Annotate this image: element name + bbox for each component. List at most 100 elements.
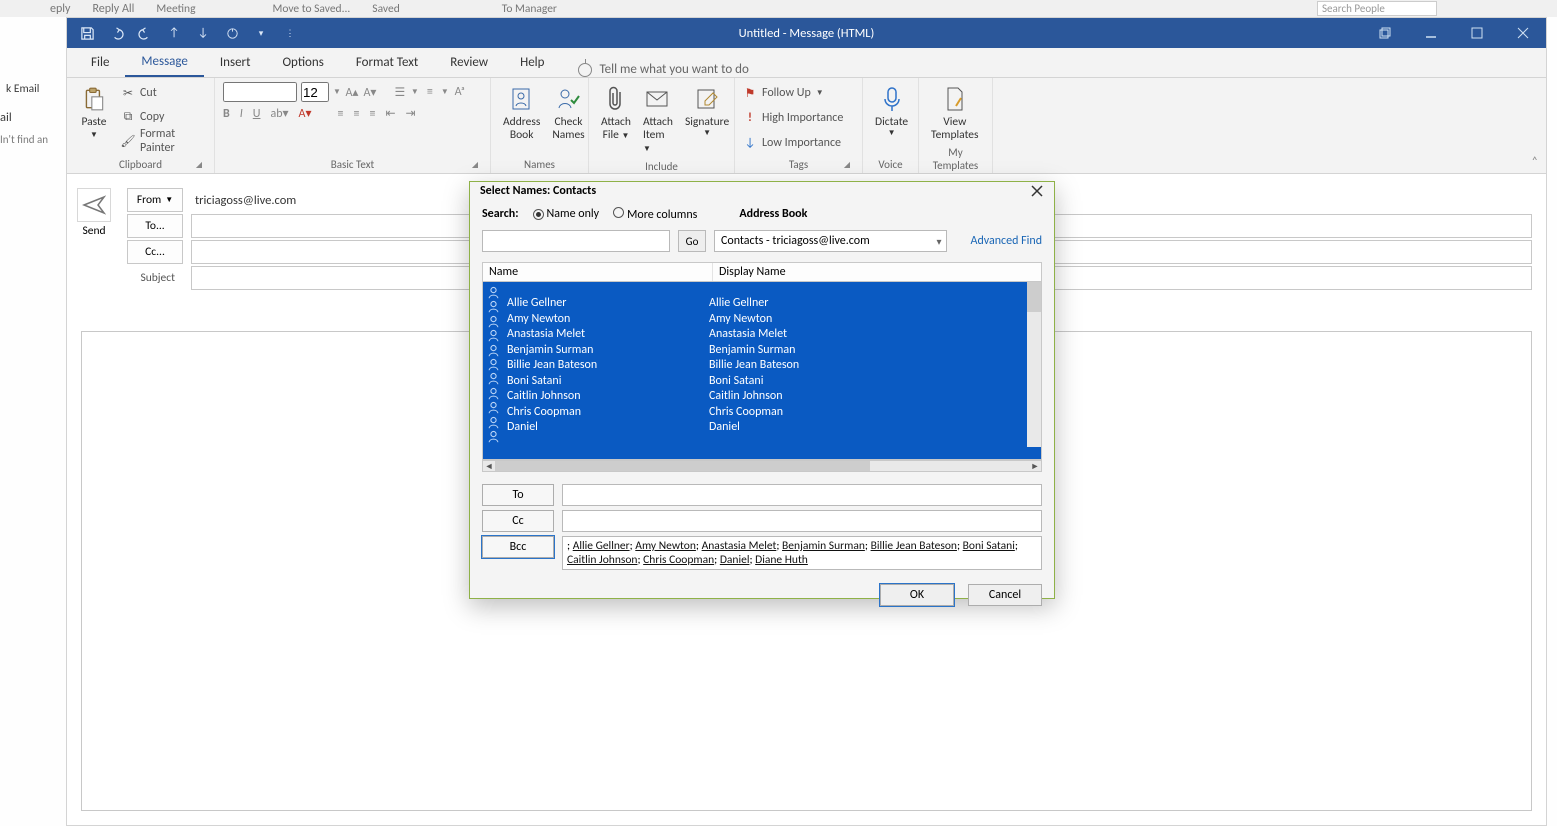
recipient-chip[interactable]: Amy Newton (635, 539, 696, 553)
list-item[interactable]: Billie Jean Bateson (507, 358, 709, 374)
recipient-chip[interactable]: Billie Jean Bateson (871, 539, 957, 553)
radio-name-only[interactable]: Name only (533, 207, 600, 221)
copy-button[interactable]: ⧉Copy (121, 106, 206, 128)
list-item-display[interactable]: Boni Satani (709, 374, 799, 390)
view-templates-button[interactable]: ViewTemplates (927, 82, 983, 144)
list-item-display[interactable]: Anastasia Melet (709, 327, 799, 343)
low-importance-button[interactable]: ↓Low Importance (743, 132, 841, 154)
down-icon[interactable]: ↓ (193, 23, 213, 43)
address-book-button[interactable]: AddressBook (499, 82, 544, 144)
recipient-chip[interactable]: Chris Coopman (643, 553, 714, 567)
italic-icon[interactable]: I (240, 107, 243, 121)
list-item-display[interactable]: Caitlin Johnson (709, 389, 799, 405)
dlg-to-button[interactable]: To (482, 484, 554, 506)
dialog-launcher-icon[interactable]: ◢ (196, 160, 202, 170)
tell-me-search[interactable]: Tell me what you want to do (578, 62, 748, 77)
list-item[interactable]: Allie Gellner (507, 296, 709, 312)
numbering-icon[interactable]: ≡ (423, 85, 437, 99)
list-item[interactable]: Anastasia Melet (507, 327, 709, 343)
up-icon[interactable]: ↑ (164, 23, 184, 43)
scroll-right-icon[interactable]: ► (1029, 461, 1041, 471)
recipient-chip[interactable]: Allie Gellner (573, 539, 630, 553)
address-book-combo[interactable]: Contacts - triciagoss@live.com (714, 230, 947, 252)
recipient-chip[interactable]: Diane Huth (755, 553, 808, 567)
bullets-icon[interactable]: ☰ (393, 85, 407, 99)
underline-icon[interactable]: U (253, 107, 261, 121)
list-item[interactable]: Chris Coopman (507, 405, 709, 421)
tab-message[interactable]: Message (125, 47, 203, 77)
touchmouse-icon[interactable] (222, 23, 242, 43)
list-item-display[interactable]: Benjamin Surman (709, 343, 799, 359)
close-window-icon[interactable] (1500, 18, 1546, 48)
to-button[interactable]: To... (127, 214, 183, 238)
radio-more-columns[interactable]: More columns (613, 207, 697, 222)
paste-button[interactable]: Paste▼ (75, 82, 113, 142)
dlg-cc-input[interactable] (562, 510, 1042, 532)
close-dialog-icon[interactable] (1028, 182, 1046, 200)
highlight-icon[interactable]: ab▾ (270, 106, 288, 121)
follow-up-button[interactable]: ⚑Follow Up ▼ (743, 82, 824, 104)
list-item[interactable]: Amy Newton (507, 312, 709, 328)
indent-dec-icon[interactable]: ⇤ (385, 106, 395, 121)
attach-file-button[interactable]: AttachFile ▼ (597, 82, 635, 144)
redo-icon[interactable] (135, 23, 155, 43)
format-painter-button[interactable]: 🖌Format Painter (121, 130, 206, 152)
from-button[interactable]: From ▼ (127, 188, 183, 212)
align-right-icon[interactable]: ≡ (369, 107, 375, 121)
go-button[interactable]: Go (678, 230, 706, 252)
tab-options[interactable]: Options (266, 47, 339, 77)
cc-button[interactable]: Cc... (127, 240, 183, 264)
grow-font-icon[interactable]: A▴ (345, 85, 359, 99)
send-button[interactable] (77, 188, 111, 222)
tab-review[interactable]: Review (434, 47, 504, 77)
ok-button[interactable]: OK (880, 584, 954, 606)
restore-down-icon[interactable] (1362, 18, 1408, 48)
bold-icon[interactable]: B (223, 107, 230, 121)
qat-overflow-icon[interactable]: ⋮ (280, 23, 300, 43)
dictate-button[interactable]: Dictate▼ (871, 82, 912, 140)
tab-help[interactable]: Help (504, 47, 560, 77)
list-item-display[interactable]: Daniel (709, 420, 799, 436)
list-item[interactable]: Boni Satani (507, 374, 709, 390)
font-color-icon[interactable]: A▾ (299, 106, 312, 121)
undo-icon[interactable] (106, 23, 126, 43)
align-center-icon[interactable]: ≡ (354, 107, 360, 121)
search-people-input[interactable]: Search People (1317, 1, 1437, 16)
vertical-scrollbar[interactable] (1027, 282, 1041, 447)
qat-more-icon[interactable]: ▾ (251, 23, 271, 43)
list-item-display[interactable]: Allie Gellner (709, 296, 799, 312)
indent-inc-icon[interactable]: ⇥ (406, 106, 416, 121)
dlg-to-input[interactable] (562, 484, 1042, 506)
tab-insert[interactable]: Insert (204, 47, 267, 77)
tab-format-text[interactable]: Format Text (340, 47, 434, 77)
scroll-left-icon[interactable]: ◄ (483, 461, 495, 471)
dialog-launcher-icon[interactable]: ◢ (472, 160, 478, 170)
contacts-listbox[interactable]: Allie GellnerAmy NewtonAnastasia MeletBe… (482, 282, 1042, 460)
dlg-cc-button[interactable]: Cc (482, 510, 554, 532)
attach-item-button[interactable]: AttachItem ▼ (639, 82, 677, 158)
dlg-bcc-input[interactable]: ; Allie Gellner; Amy Newton; Anastasia M… (562, 536, 1042, 570)
font-name-combo[interactable] (223, 82, 297, 102)
list-item-display[interactable]: Amy Newton (709, 312, 799, 328)
recipient-chip[interactable]: Anastasia Melet (702, 539, 777, 553)
minimize-icon[interactable] (1408, 18, 1454, 48)
recipient-chip[interactable]: Boni Satani (963, 539, 1015, 553)
advanced-find-link[interactable]: Advanced Find (971, 234, 1042, 248)
check-names-button[interactable]: CheckNames (548, 82, 588, 144)
align-left-icon[interactable]: ≡ (338, 107, 344, 121)
header-display-name[interactable]: Display Name (713, 263, 792, 281)
recipient-chip[interactable]: Caitlin Johnson (567, 553, 637, 567)
cancel-button[interactable]: Cancel (968, 584, 1042, 606)
collapse-ribbon-icon[interactable]: ˄ (1532, 155, 1538, 169)
cut-button[interactable]: ✂Cut (121, 82, 206, 104)
list-item[interactable]: Benjamin Surman (507, 343, 709, 359)
tab-file[interactable]: File (75, 47, 125, 77)
horizontal-scrollbar[interactable]: ◄ ► (482, 460, 1042, 472)
list-item-display[interactable]: Chris Coopman (709, 405, 799, 421)
high-importance-button[interactable]: !High Importance (743, 107, 843, 129)
search-input[interactable] (482, 230, 670, 252)
recipient-chip[interactable]: Daniel (720, 553, 750, 567)
signature-button[interactable]: Signature▼ (681, 82, 733, 140)
save-icon[interactable] (77, 23, 97, 43)
maximize-icon[interactable] (1454, 18, 1500, 48)
